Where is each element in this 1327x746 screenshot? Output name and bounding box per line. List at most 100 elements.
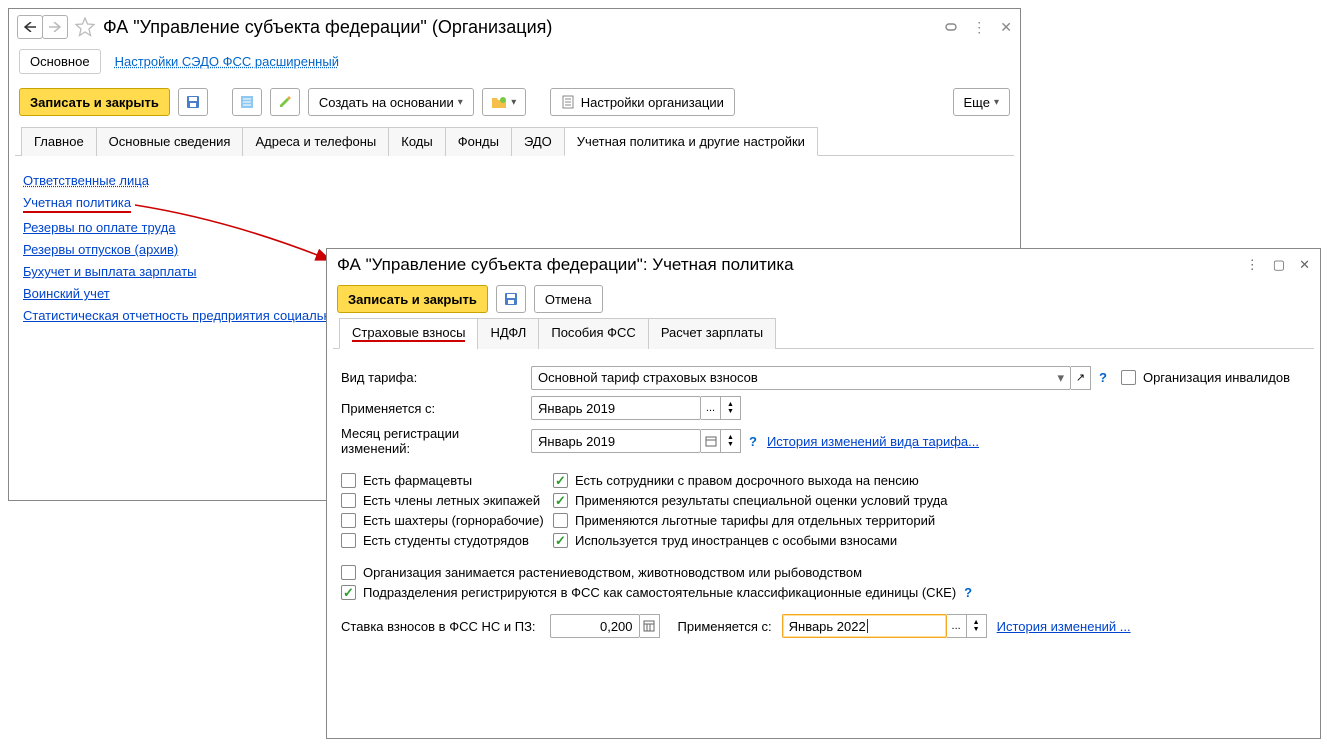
- tab-accounting-policy[interactable]: Учетная политика и другие настройки: [564, 127, 818, 156]
- dialog-cancel-button[interactable]: Отмена: [534, 285, 603, 313]
- save-close-button[interactable]: Записать и закрыть: [19, 88, 170, 116]
- reg-month-calendar-icon[interactable]: [701, 429, 721, 453]
- tariff-select[interactable]: Основной тариф страховых взносов ▾: [531, 366, 1071, 390]
- rate-history-link[interactable]: История изменений ...: [997, 619, 1131, 634]
- tab-edo[interactable]: ЭДО: [511, 127, 565, 156]
- chk-early-pension[interactable]: [553, 473, 568, 488]
- applies-from-ellipsis[interactable]: ...: [701, 396, 721, 420]
- list-button[interactable]: [232, 88, 262, 116]
- rate-applies-label: Применяется с:: [678, 619, 772, 634]
- dialog-tabs: Страховые взносы НДФЛ Пособия ФСС Расчет…: [333, 317, 1314, 349]
- create-based-button[interactable]: Создать на основании▾: [308, 88, 474, 116]
- dialog-title-bar: ФА "Управление субъекта федерации": Учет…: [327, 249, 1320, 281]
- ske-help-icon[interactable]: ?: [964, 585, 972, 600]
- disabled-org-checkbox[interactable]: [1121, 370, 1136, 385]
- dialog-save-close-button[interactable]: Записать и закрыть: [337, 285, 488, 313]
- tab-fss[interactable]: Пособия ФСС: [538, 318, 648, 349]
- window-title: ФА "Управление субъекта федерации" (Орга…: [103, 17, 942, 38]
- chk-flight-label: Есть члены летных экипажей: [363, 493, 540, 508]
- link-labor-reserves[interactable]: Резервы по оплате труда: [23, 220, 1006, 235]
- tab-insurance[interactable]: Страховые взносы: [339, 318, 478, 349]
- tariff-help-icon[interactable]: ?: [1099, 370, 1107, 385]
- link-accounting-policy[interactable]: Учетная политика: [23, 195, 1006, 213]
- save-button[interactable]: [178, 88, 208, 116]
- tabs-row: Главное Основные сведения Адреса и телеф…: [15, 126, 1014, 156]
- chk-special-assess-label: Применяются результаты специальной оценк…: [575, 493, 947, 508]
- chk-miners-label: Есть шахтеры (горнорабочие): [363, 513, 544, 528]
- applies-from-value: Январь 2019: [538, 401, 615, 416]
- dialog-close-icon[interactable]: ✕: [1299, 257, 1310, 273]
- tab-codes[interactable]: Коды: [388, 127, 445, 156]
- dialog-toolbar: Записать и закрыть Отмена: [327, 281, 1320, 317]
- section-nav: Основное Настройки СЭДО ФСС расширенный: [9, 45, 1020, 84]
- back-button[interactable]: [17, 15, 43, 39]
- dialog-maximize-icon[interactable]: ▢: [1273, 257, 1285, 273]
- tariff-open-button[interactable]: ↗: [1071, 366, 1091, 390]
- tab-main[interactable]: Главное: [21, 127, 97, 156]
- chk-ske[interactable]: [341, 585, 356, 600]
- tariff-label: Вид тарифа:: [341, 370, 531, 385]
- chk-students[interactable]: [341, 533, 356, 548]
- applies-from-input[interactable]: Январь 2019: [531, 396, 701, 420]
- rate-value: 0,200: [600, 619, 633, 634]
- more-icon[interactable]: ⋮: [972, 19, 986, 36]
- dialog-title: ФА "Управление субъекта федерации": Учет…: [337, 255, 1246, 275]
- reg-month-help-icon[interactable]: ?: [749, 434, 757, 449]
- form: Вид тарифа: Основной тариф страховых взн…: [327, 349, 1320, 648]
- link-icon[interactable]: [942, 19, 958, 35]
- dialog-more-icon[interactable]: ⋮: [1246, 257, 1259, 273]
- reg-month-value: Январь 2019: [538, 434, 615, 449]
- org-settings-button[interactable]: Настройки организации: [550, 88, 735, 116]
- title-bar: ФА "Управление субъекта федерации" (Орга…: [9, 9, 1020, 45]
- tab-addresses[interactable]: Адреса и телефоны: [242, 127, 389, 156]
- chk-agri-label: Организация занимается растениеводством,…: [363, 565, 862, 580]
- tariff-value: Основной тариф страховых взносов: [538, 370, 758, 385]
- rate-applies-ellipsis[interactable]: ...: [947, 614, 967, 638]
- rate-applies-input[interactable]: Январь 2022: [782, 614, 947, 638]
- chk-special-assess[interactable]: [553, 493, 568, 508]
- chk-miners[interactable]: [341, 513, 356, 528]
- chk-pharma[interactable]: [341, 473, 356, 488]
- reg-month-input[interactable]: Январь 2019: [531, 429, 701, 453]
- section-sedo-link[interactable]: Настройки СЭДО ФСС расширенный: [115, 54, 339, 69]
- rate-calc-icon[interactable]: [640, 614, 660, 638]
- tab-salary-calc[interactable]: Расчет зарплаты: [648, 318, 776, 349]
- policy-dialog: ФА "Управление субъекта федерации": Учет…: [326, 248, 1321, 739]
- link-accounting-policy-label: Учетная политика: [23, 195, 131, 213]
- folder-button[interactable]: ▾: [482, 88, 526, 116]
- create-based-label: Создать на основании: [319, 95, 454, 110]
- tariff-history-link[interactable]: История изменений вида тарифа...: [767, 434, 979, 449]
- rate-label: Ставка взносов в ФСС НС и ПЗ:: [341, 619, 536, 634]
- rate-applies-value: Январь 2022: [789, 619, 866, 634]
- close-icon[interactable]: ✕: [1000, 19, 1012, 36]
- rate-input[interactable]: 0,200: [550, 614, 640, 638]
- chk-early-pension-label: Есть сотрудники с правом досрочного выхо…: [575, 473, 919, 488]
- more-label: Еще: [964, 95, 990, 110]
- reg-month-label: Месяц регистрации изменений:: [341, 426, 531, 456]
- dialog-save-button[interactable]: [496, 285, 526, 313]
- applies-from-spinner[interactable]: ▲▼: [721, 396, 741, 420]
- chk-foreign[interactable]: [553, 533, 568, 548]
- chk-flight[interactable]: [341, 493, 356, 508]
- chk-regional-label: Применяются льготные тарифы для отдельны…: [575, 513, 935, 528]
- tab-basic-info[interactable]: Основные сведения: [96, 127, 244, 156]
- edit-button[interactable]: [270, 88, 300, 116]
- reg-month-spinner[interactable]: ▲▼: [721, 429, 741, 453]
- more-button[interactable]: Еще▾: [953, 88, 1010, 116]
- rate-applies-spinner[interactable]: ▲▼: [967, 614, 987, 638]
- chk-agri[interactable]: [341, 565, 356, 580]
- section-main[interactable]: Основное: [19, 49, 101, 74]
- forward-button[interactable]: [42, 15, 68, 39]
- tab-insurance-label: Страховые взносы: [352, 325, 465, 342]
- chk-ske-label: Подразделения регистрируются в ФСС как с…: [363, 585, 956, 600]
- chk-pharma-label: Есть фармацевты: [363, 473, 472, 488]
- chk-foreign-label: Используется труд иностранцев с особыми …: [575, 533, 897, 548]
- toolbar: Записать и закрыть Создать на основании▾…: [9, 84, 1020, 126]
- favorite-icon[interactable]: [73, 15, 97, 39]
- disabled-org-label: Организация инвалидов: [1143, 370, 1290, 385]
- chk-regional[interactable]: [553, 513, 568, 528]
- chk-students-label: Есть студенты студотрядов: [363, 533, 529, 548]
- tab-funds[interactable]: Фонды: [445, 127, 512, 156]
- link-responsible[interactable]: Ответственные лица: [23, 173, 1006, 188]
- tab-ndfl[interactable]: НДФЛ: [477, 318, 539, 349]
